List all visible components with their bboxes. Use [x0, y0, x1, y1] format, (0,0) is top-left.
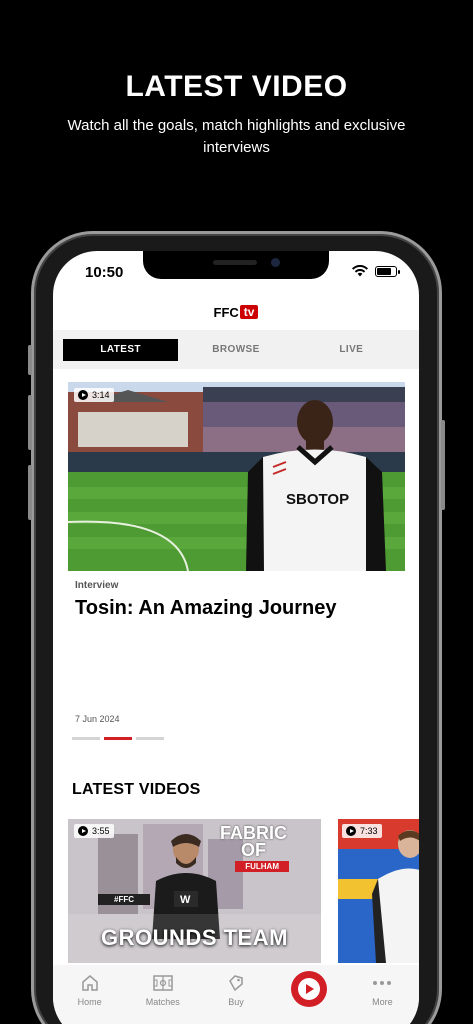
- stadium-player-image: SBOTOP: [68, 382, 405, 571]
- carousel-indicator: [72, 737, 164, 740]
- nav-home[interactable]: Home: [53, 973, 126, 1024]
- nav-buy[interactable]: Buy: [199, 973, 272, 1024]
- duration-badge: 7:33: [342, 824, 382, 838]
- nav-matches-label: Matches: [145, 997, 180, 1007]
- tag-icon: [226, 973, 246, 993]
- ffc-tv-logo[interactable]: FFC tv: [214, 305, 259, 320]
- app-header: FFC tv: [53, 295, 419, 329]
- play-icon: [346, 826, 356, 836]
- duration-badge: 3:14: [74, 388, 114, 402]
- wifi-icon: [352, 265, 368, 277]
- player-thumbnail: [338, 819, 419, 963]
- pitch-icon: [153, 973, 173, 993]
- tab-browse[interactable]: BROWSE: [178, 339, 293, 361]
- play-button-icon: [291, 971, 328, 1007]
- phone-volume-up: [28, 395, 32, 450]
- nav-matches[interactable]: Matches: [126, 973, 199, 1024]
- nav-play[interactable]: [273, 971, 346, 1024]
- video-title[interactable]: Tosin: An Amazing Journey: [75, 597, 337, 620]
- duration-text: 7:33: [360, 826, 378, 836]
- phone-power-button: [441, 420, 445, 510]
- duration-text: 3:14: [92, 390, 110, 400]
- card-hashtag: #FFC: [98, 894, 150, 905]
- status-time: 10:50: [85, 264, 124, 281]
- card-overlay-title: FABRIC OF: [220, 824, 287, 860]
- tab-live[interactable]: LIVE: [294, 339, 409, 361]
- card-overlay-tag: FULHAM: [235, 861, 289, 872]
- video-card[interactable]: 7:33: [338, 819, 419, 963]
- svg-text:W: W: [180, 894, 191, 906]
- video-category: Interview: [75, 580, 119, 591]
- card-overlay-line2: OF: [241, 840, 266, 860]
- camera: [271, 258, 280, 267]
- duration-text: 3:55: [92, 826, 110, 836]
- tab-bar: LATEST BROWSE LIVE: [53, 330, 419, 369]
- duration-badge: 3:55: [74, 824, 114, 838]
- phone-side-button: [28, 345, 32, 375]
- video-card[interactable]: W 3:55 FABRIC OF FULHAM #FFC GROUNDS TEA…: [68, 819, 321, 963]
- tab-latest[interactable]: LATEST: [63, 338, 179, 361]
- app-screen: 10:50 FFC tv LATEST BROWSE LIVE SBOTOP 3…: [53, 251, 419, 1024]
- play-triangle: [306, 984, 315, 994]
- play-icon: [78, 390, 88, 400]
- speaker: [213, 260, 257, 265]
- promo-subtitle: Watch all the goals, match highlights an…: [67, 117, 406, 156]
- promo-title: LATEST VIDEO: [125, 70, 348, 103]
- play-button-inner: [298, 978, 321, 1000]
- home-icon: [80, 973, 100, 993]
- carousel-dot-active[interactable]: [104, 737, 132, 740]
- nav-more-label: More: [372, 997, 393, 1007]
- featured-video-thumbnail[interactable]: SBOTOP 3:14: [68, 382, 405, 571]
- status-icons: [352, 265, 400, 277]
- nav-home-label: Home: [77, 997, 102, 1007]
- nav-buy-label: Buy: [228, 997, 244, 1007]
- shirt-sponsor-text: SBOTOP: [286, 491, 349, 508]
- logo-tv-text: tv: [239, 305, 259, 319]
- card-caption: GROUNDS TEAM: [101, 925, 288, 950]
- status-bar: 10:50: [53, 251, 419, 295]
- carousel-dot[interactable]: [72, 737, 100, 740]
- phone-volume-down: [28, 465, 32, 520]
- video-date: 7 Jun 2024: [75, 714, 120, 724]
- battery-icon: [375, 265, 400, 277]
- play-icon: [78, 826, 88, 836]
- carousel-dot[interactable]: [136, 737, 164, 740]
- logo-ffc-text: FFC: [213, 304, 239, 320]
- bottom-navigation: Home Matches Buy More: [53, 965, 419, 1024]
- more-dots-icon: [372, 973, 392, 993]
- latest-videos-heading: LATEST VIDEOS: [72, 781, 201, 798]
- notch: [143, 251, 329, 279]
- nav-more[interactable]: More: [346, 973, 419, 1024]
